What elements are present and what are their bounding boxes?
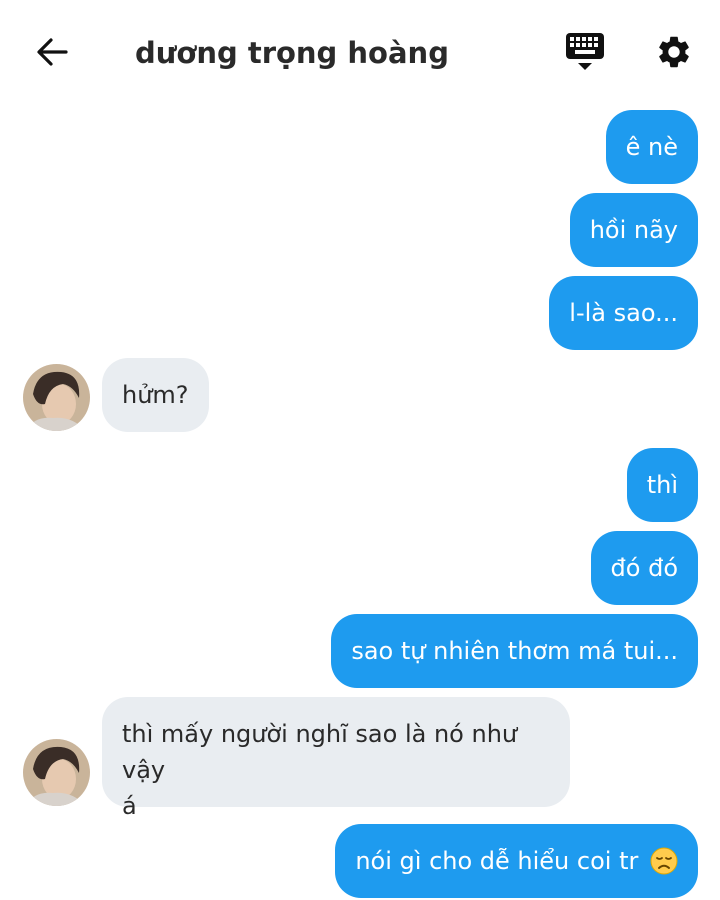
message-text-line: á (122, 792, 137, 820)
outgoing-message[interactable]: thì (626, 448, 698, 522)
chat-header: dương trọng hoàng (0, 0, 720, 100)
disappointed-face-icon (650, 847, 678, 885)
avatar-photo (23, 739, 90, 806)
arrow-left-icon (37, 38, 68, 66)
message-text: sao tự nhiên thơm má tui... (351, 637, 678, 665)
outgoing-message[interactable]: đó đó (590, 531, 698, 605)
message-text: ê nè (625, 133, 678, 161)
back-button[interactable] (30, 30, 74, 74)
outgoing-message[interactable]: hồi nãy (569, 193, 698, 267)
keyboard-icon (566, 33, 604, 70)
outgoing-message[interactable]: ê nè (605, 110, 698, 184)
message-text-line: thì mấy người nghĩ sao là nó như vậy (122, 720, 518, 784)
message-text: nói gì cho dễ hiểu coi tr (355, 847, 639, 875)
message-text: l-là sao... (569, 299, 678, 327)
outgoing-message[interactable]: l-là sao... (549, 276, 698, 350)
message-text: thì (646, 471, 678, 499)
message-text: đó đó (610, 554, 678, 582)
message-text: hồi nãy (589, 216, 678, 244)
incoming-message[interactable]: hửm? (102, 358, 209, 432)
message-text: hửm? (122, 381, 189, 409)
settings-button[interactable] (650, 28, 698, 76)
gear-icon (659, 36, 689, 68)
outgoing-message[interactable]: sao tự nhiên thơm má tui... (331, 614, 698, 688)
avatar-photo (23, 364, 90, 431)
outgoing-message[interactable]: nói gì cho dễ hiểu coi tr (335, 824, 698, 898)
contact-avatar[interactable] (23, 739, 90, 806)
contact-name: dương trọng hoàng (135, 36, 449, 70)
contact-avatar[interactable] (23, 364, 90, 431)
keyboard-button[interactable] (560, 28, 610, 76)
incoming-message[interactable]: thì mấy người nghĩ sao là nó như vậy á (102, 697, 570, 820)
